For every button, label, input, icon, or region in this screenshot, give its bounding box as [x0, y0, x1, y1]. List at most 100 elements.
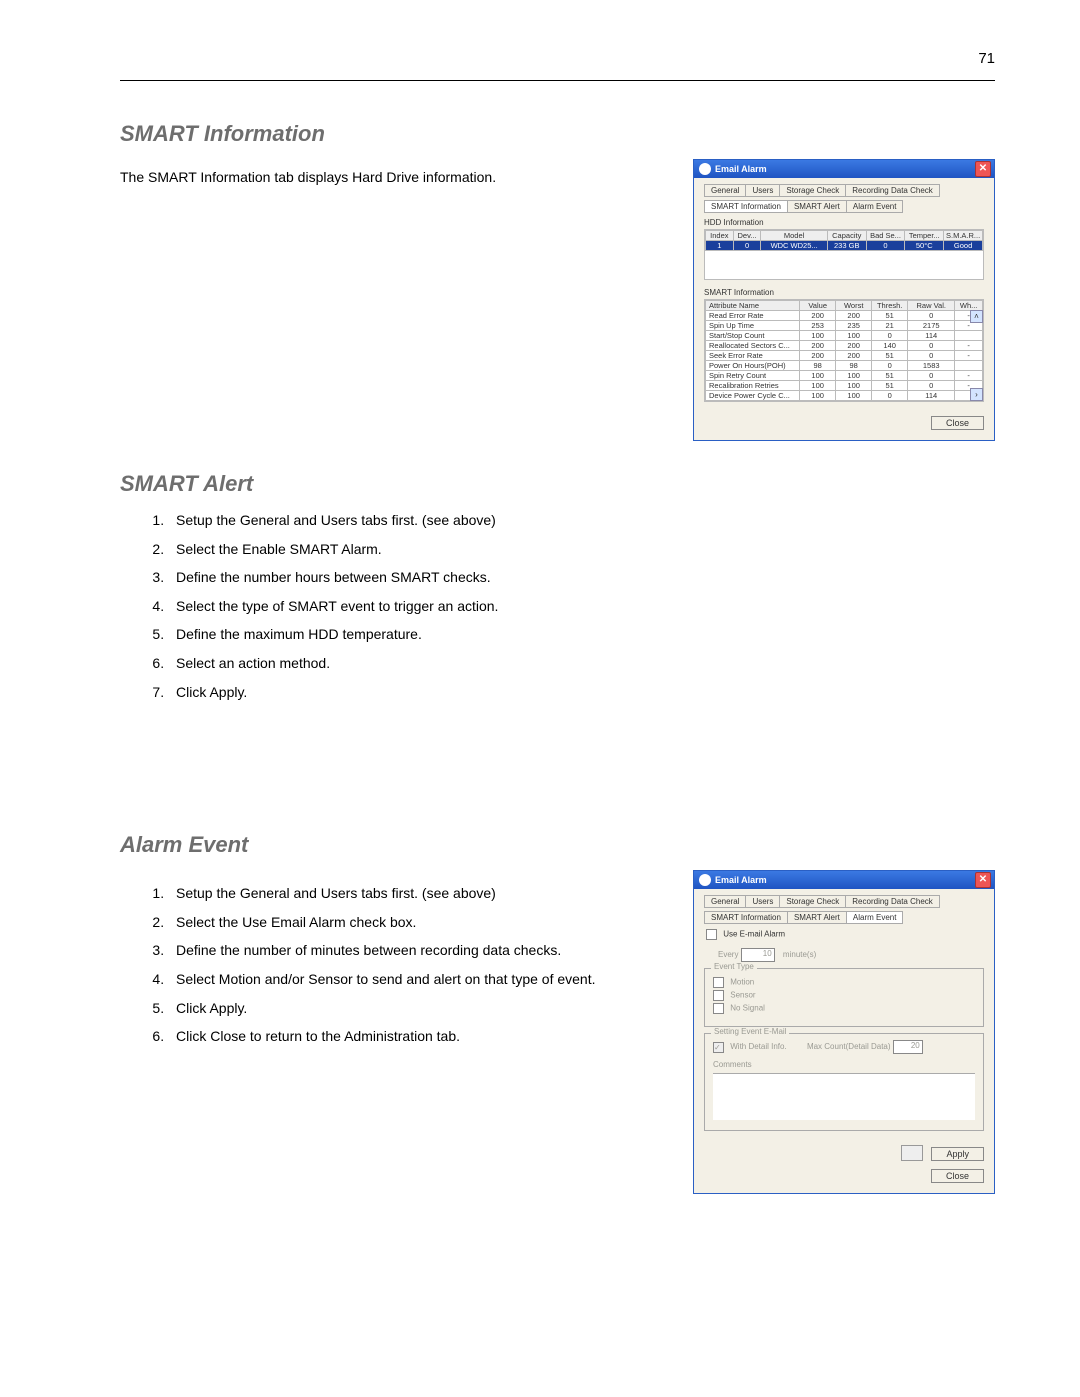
comments-textarea[interactable]: [713, 1073, 975, 1120]
step-item: Click Close to return to the Administrat…: [168, 1027, 663, 1047]
use-email-alarm-checkbox[interactable]: [706, 929, 717, 940]
hdd-row-selected[interactable]: 1 0 WDC WD25... 233 GB 0 50°C Good: [706, 241, 983, 251]
hdd-col-model[interactable]: Model: [761, 231, 827, 241]
close-button[interactable]: Close: [931, 1169, 984, 1183]
heading-smart-info: SMART Information: [120, 121, 995, 147]
step-item: Setup the General and Users tabs first. …: [168, 511, 995, 531]
smart-row[interactable]: Read Error Rate200200510-: [706, 311, 983, 321]
smart-col-raw[interactable]: Raw Val.: [908, 301, 955, 311]
scroll-up-icon[interactable]: ˄: [970, 310, 983, 323]
use-email-alarm-label: Use E-mail Alarm: [723, 930, 785, 939]
titlebar[interactable]: Email Alarm ✕: [694, 160, 994, 178]
tab-smart-alert[interactable]: SMART Alert: [787, 911, 847, 924]
nosignal-checkbox[interactable]: [713, 1003, 724, 1014]
tab-row-1: General Users Storage Check Recording Da…: [704, 895, 984, 907]
hdd-col-badsector[interactable]: Bad Se...: [866, 231, 905, 241]
close-icon[interactable]: ✕: [975, 161, 991, 177]
smart-row[interactable]: Spin Up Time253235212175-: [706, 321, 983, 331]
sensor-checkbox[interactable]: [713, 990, 724, 1001]
smart-col-attr[interactable]: Attribute Name: [706, 301, 800, 311]
smart-alert-steps: Setup the General and Users tabs first. …: [120, 511, 995, 702]
event-type-group: Event Type Motion Sensor No Signal: [704, 968, 984, 1027]
tab-row-2: SMART Information SMART Alert Alarm Even…: [704, 911, 984, 923]
step-item: Select Motion and/or Sensor to send and …: [168, 970, 663, 990]
tab-general[interactable]: General: [704, 184, 746, 197]
close-button[interactable]: Close: [931, 416, 984, 430]
hdd-col-index[interactable]: Index: [706, 231, 734, 241]
smart-row[interactable]: Seek Error Rate200200510-: [706, 351, 983, 361]
step-item: Define the number hours between SMART ch…: [168, 568, 995, 588]
dialog-title: Email Alarm: [715, 875, 975, 885]
every-unit: minute(s): [783, 950, 816, 959]
tab-row-2: SMART Information SMART Alert Alarm Even…: [704, 200, 984, 212]
hdd-col-dev[interactable]: Dev...: [733, 231, 761, 241]
heading-smart-alert: SMART Alert: [120, 471, 995, 497]
tab-alarm-event[interactable]: Alarm Event: [846, 911, 904, 924]
hdd-info-label: HDD Information: [704, 218, 984, 227]
hdd-table: Index Dev... Model Capacity Bad Se... Te…: [705, 230, 983, 251]
maxcount-input[interactable]: 20: [893, 1040, 923, 1054]
smart-row[interactable]: Recalibration Retries100100510-: [706, 381, 983, 391]
step-item: Select the Enable SMART Alarm.: [168, 540, 995, 560]
step-item: Select the type of SMART event to trigge…: [168, 597, 995, 617]
tab-recording-data-check[interactable]: Recording Data Check: [845, 184, 939, 197]
tab-smart-information[interactable]: SMART Information: [704, 200, 788, 213]
keyboard-icon[interactable]: [901, 1145, 923, 1161]
every-label: Every: [718, 950, 738, 959]
smart-col-worst[interactable]: Worst: [836, 301, 872, 311]
event-type-label: Event Type: [711, 962, 757, 971]
tab-smart-alert[interactable]: SMART Alert: [787, 200, 847, 213]
step-item: Define the maximum HDD temperature.: [168, 625, 995, 645]
motion-label: Motion: [730, 978, 754, 987]
email-alarm-dialog-smart: Email Alarm ✕ General Users Storage Chec…: [693, 159, 995, 441]
smart-row[interactable]: Reallocated Sectors C...2002001400-: [706, 341, 983, 351]
maxcount-label: Max Count(Detail Data): [807, 1042, 891, 1051]
smart-row[interactable]: Device Power Cycle C...1001000114: [706, 391, 983, 401]
smart-info-group-label: SMART Information: [704, 288, 984, 297]
close-icon[interactable]: ✕: [975, 872, 991, 888]
tab-storage-check[interactable]: Storage Check: [779, 184, 846, 197]
tab-row-1: General Users Storage Check Recording Da…: [704, 184, 984, 196]
step-item: Select an action method.: [168, 654, 995, 674]
sensor-label: Sensor: [730, 991, 755, 1000]
alarm-event-steps: Setup the General and Users tabs first. …: [120, 884, 663, 1047]
detail-checkbox[interactable]: ✓: [713, 1042, 724, 1053]
tab-storage-check[interactable]: Storage Check: [779, 895, 846, 908]
detail-label: With Detail Info.: [730, 1042, 786, 1051]
app-icon: [699, 874, 711, 886]
hdd-col-smart[interactable]: S.M.A.R...: [944, 231, 983, 241]
comments-label: Comments: [713, 1060, 975, 1069]
tab-users[interactable]: Users: [745, 895, 780, 908]
smart-col-thresh[interactable]: Thresh.: [872, 301, 908, 311]
app-icon: [699, 163, 711, 175]
motion-checkbox[interactable]: [713, 977, 724, 988]
tab-recording-data-check[interactable]: Recording Data Check: [845, 895, 939, 908]
step-item: Setup the General and Users tabs first. …: [168, 884, 663, 904]
smart-row[interactable]: Power On Hours(POH)989801583: [706, 361, 983, 371]
smart-table: Attribute Name Value Worst Thresh. Raw V…: [705, 300, 983, 401]
tab-alarm-event[interactable]: Alarm Event: [846, 200, 904, 213]
heading-alarm-event: Alarm Event: [120, 832, 995, 858]
email-alarm-dialog-event: Email Alarm ✕ General Users Storage Chec…: [693, 870, 995, 1194]
smart-info-lead: The SMART Information tab displays Hard …: [120, 169, 663, 185]
smart-col-wh[interactable]: Wh...: [955, 301, 983, 311]
step-item: Define the number of minutes between rec…: [168, 941, 663, 961]
titlebar[interactable]: Email Alarm ✕: [694, 871, 994, 889]
smart-row[interactable]: Spin Retry Count100100510-: [706, 371, 983, 381]
smart-row[interactable]: Start/Stop Count1001000114: [706, 331, 983, 341]
hdd-col-capacity[interactable]: Capacity: [827, 231, 866, 241]
every-minutes-input[interactable]: 10: [741, 948, 775, 962]
smart-col-value[interactable]: Value: [800, 301, 836, 311]
hdd-col-temp[interactable]: Temper...: [905, 231, 944, 241]
setting-event-email-group: Setting Event E-Mail ✓ With Detail Info.…: [704, 1033, 984, 1131]
tab-users[interactable]: Users: [745, 184, 780, 197]
tab-general[interactable]: General: [704, 895, 746, 908]
apply-button[interactable]: Apply: [931, 1147, 984, 1161]
dialog-title: Email Alarm: [715, 164, 975, 174]
scroll-right-icon[interactable]: ›: [970, 388, 983, 401]
tab-smart-information[interactable]: SMART Information: [704, 911, 788, 924]
step-item: Click Apply.: [168, 683, 995, 703]
page-number: 71: [978, 50, 995, 67]
step-item: Click Apply.: [168, 999, 663, 1019]
step-item: Select the Use Email Alarm check box.: [168, 913, 663, 933]
